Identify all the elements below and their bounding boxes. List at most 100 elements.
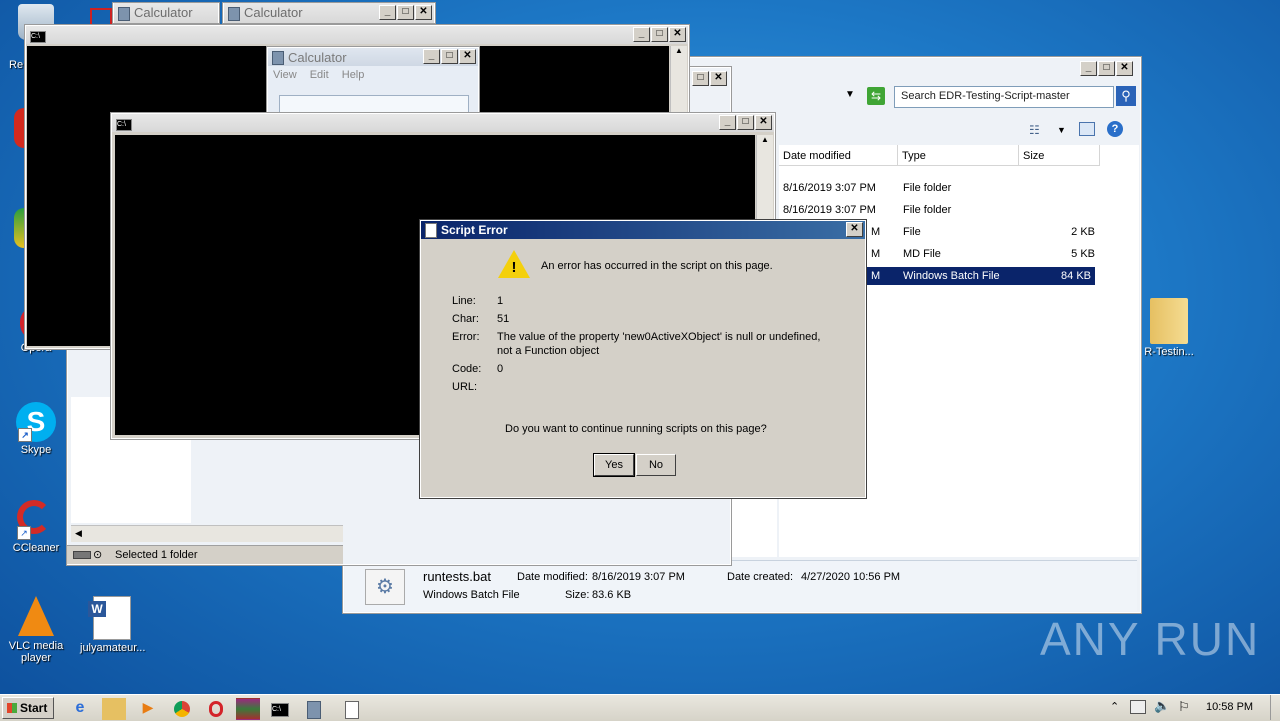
menu-view[interactable]: View — [273, 69, 297, 81]
desktop-icon-ccleaner[interactable]: ↗ CCleaner — [6, 498, 66, 554]
scroll-left-icon[interactable]: ◀ — [75, 528, 82, 539]
word-document-icon: W — [88, 596, 131, 640]
status-bar-text: Selected 1 folder — [115, 549, 198, 561]
scroll-up-icon[interactable]: ▲ — [671, 46, 687, 55]
row-size: 84 KB — [1061, 270, 1091, 282]
calculator-icon — [118, 7, 130, 21]
file-row[interactable]: 8/16/2019 3:07 PM File folder — [779, 179, 1099, 197]
opera-icon[interactable] — [204, 698, 228, 720]
help-icon[interactable]: ? — [1107, 121, 1123, 137]
start-label: Start — [20, 701, 48, 715]
close-button[interactable]: ✕ — [846, 222, 863, 237]
search-icon[interactable]: ⚲ — [1116, 86, 1136, 106]
close-button[interactable]: ✕ — [459, 49, 476, 64]
no-button-label: No — [648, 459, 664, 471]
close-button[interactable]: ✕ — [755, 115, 772, 130]
details-size-label: Size: — [565, 589, 590, 601]
menu-help[interactable]: Help — [342, 69, 365, 81]
yes-button[interactable]: Yes — [593, 453, 635, 477]
chrome-icon[interactable] — [170, 698, 194, 720]
column-header-size[interactable]: Size — [1019, 145, 1100, 166]
error-label: Error: — [452, 331, 480, 343]
file-row[interactable]: 8/16/2019 3:07 PM File folder — [779, 201, 1099, 219]
document-taskbar-icon[interactable] — [340, 698, 364, 720]
maximize-button[interactable]: □ — [441, 49, 458, 64]
column-header-date[interactable]: Date modified — [779, 145, 898, 166]
close-button[interactable]: ✕ — [415, 5, 432, 20]
desktop-icon-word-doc[interactable]: W julyamateur... — [80, 596, 145, 654]
tray-expand-icon[interactable]: ⌃ — [1110, 700, 1119, 713]
clock[interactable]: 10:58 PM — [1206, 701, 1253, 713]
code-label: Code: — [452, 363, 482, 375]
calculator-icon — [272, 51, 284, 65]
preview-pane-icon[interactable] — [1079, 122, 1095, 136]
close-button[interactable]: ✕ — [1116, 61, 1133, 76]
row-size: 5 KB — [1071, 248, 1095, 260]
error-value-line2: not a Function object — [497, 345, 600, 357]
search-placeholder: Search EDR-Testing-Script-master — [901, 90, 1070, 102]
scroll-up-icon[interactable]: ▲ — [757, 135, 773, 144]
vlc-cone-icon — [18, 596, 54, 636]
desktop-icon-vlc[interactable]: VLC media player — [6, 596, 66, 664]
batch-file-icon: ⚙ — [365, 569, 405, 605]
desktop-icon-label-vlc: VLC media player — [8, 640, 64, 664]
row-type: File folder — [903, 204, 952, 216]
calculator-tab-title-1: Calculator — [134, 5, 193, 20]
column-header-type-label: Type — [902, 150, 926, 162]
row-type: File folder — [903, 182, 952, 194]
calculator-window-bar-2[interactable]: Calculator _ □ ✕ — [222, 2, 436, 24]
ie-icon[interactable]: e — [68, 698, 92, 720]
address-dropdown-icon[interactable]: ▼ — [845, 89, 855, 100]
script-error-dialog[interactable]: Script Error ✕ ! An error has occurred i… — [419, 219, 867, 499]
minimize-button[interactable]: _ — [1080, 61, 1097, 76]
tray-network-icon[interactable] — [1130, 700, 1146, 714]
desktop-icon-skype[interactable]: S ↗ Skype — [6, 402, 66, 456]
maximize-button[interactable]: □ — [397, 5, 414, 20]
calculator-window-bar-1[interactable]: Calculator — [112, 2, 220, 24]
dialog-message: An error has occurred in the script on t… — [541, 260, 773, 272]
close-button[interactable]: ✕ — [710, 71, 727, 86]
url-label: URL: — [452, 381, 478, 393]
search-box[interactable]: Search EDR-Testing-Script-master — [894, 86, 1114, 108]
winrar-icon[interactable] — [236, 698, 260, 720]
details-file-type: Windows Batch File — [423, 589, 520, 601]
show-desktop-button[interactable] — [1270, 695, 1279, 720]
row-date: M — [871, 226, 881, 238]
no-button[interactable]: No — [636, 454, 676, 476]
start-button[interactable]: Start — [2, 697, 54, 719]
maximize-button[interactable]: □ — [651, 27, 668, 42]
close-button[interactable]: ✕ — [669, 27, 686, 42]
calculator-taskbar-icon[interactable] — [302, 698, 326, 720]
refresh-button[interactable]: ⇆ — [867, 87, 885, 105]
column-header-size-label: Size — [1023, 150, 1045, 162]
horizontal-scrollbar[interactable]: ◀ — [71, 525, 343, 542]
details-date-created: 4/27/2020 10:56 PM — [801, 571, 901, 583]
details-size: 83.6 KB — [592, 589, 632, 601]
char-value: 51 — [497, 313, 510, 325]
cmd-taskbar-icon[interactable]: C:\ — [268, 698, 292, 720]
maximize-button[interactable]: □ — [692, 71, 709, 86]
maximize-button[interactable]: □ — [1098, 61, 1115, 76]
yes-button-label: Yes — [605, 459, 623, 471]
minimize-button[interactable]: _ — [719, 115, 736, 130]
calculator-title: Calculator — [288, 50, 347, 65]
column-header-type[interactable]: Type — [898, 145, 1019, 166]
minimize-button[interactable]: _ — [633, 27, 650, 42]
view-options-icon[interactable]: ☷ — [1029, 123, 1040, 137]
dialog-doc-icon — [425, 223, 437, 238]
media-player-icon[interactable]: ▶ — [136, 698, 160, 720]
tray-speaker-icon[interactable]: 🔈 — [1154, 698, 1170, 714]
cmd-icon: C:\ — [30, 31, 46, 43]
desktop-icon-folder[interactable]: R-Testin... — [1136, 298, 1202, 358]
app-icon-fragment — [90, 8, 112, 24]
shortcut-arrow-icon: ↗ — [18, 428, 32, 442]
minimize-button[interactable]: _ — [423, 49, 440, 64]
maximize-button[interactable]: □ — [737, 115, 754, 130]
view-dropdown-icon[interactable]: ▼ — [1057, 125, 1066, 135]
menu-edit[interactable]: Edit — [310, 69, 329, 81]
cmd-icon: C:\ — [116, 119, 132, 131]
minimize-button[interactable]: _ — [379, 5, 396, 20]
tray-flag-icon[interactable]: ⚐ — [1178, 699, 1190, 715]
ccleaner-icon: ↗ — [15, 498, 57, 540]
explorer-icon[interactable] — [102, 698, 126, 720]
